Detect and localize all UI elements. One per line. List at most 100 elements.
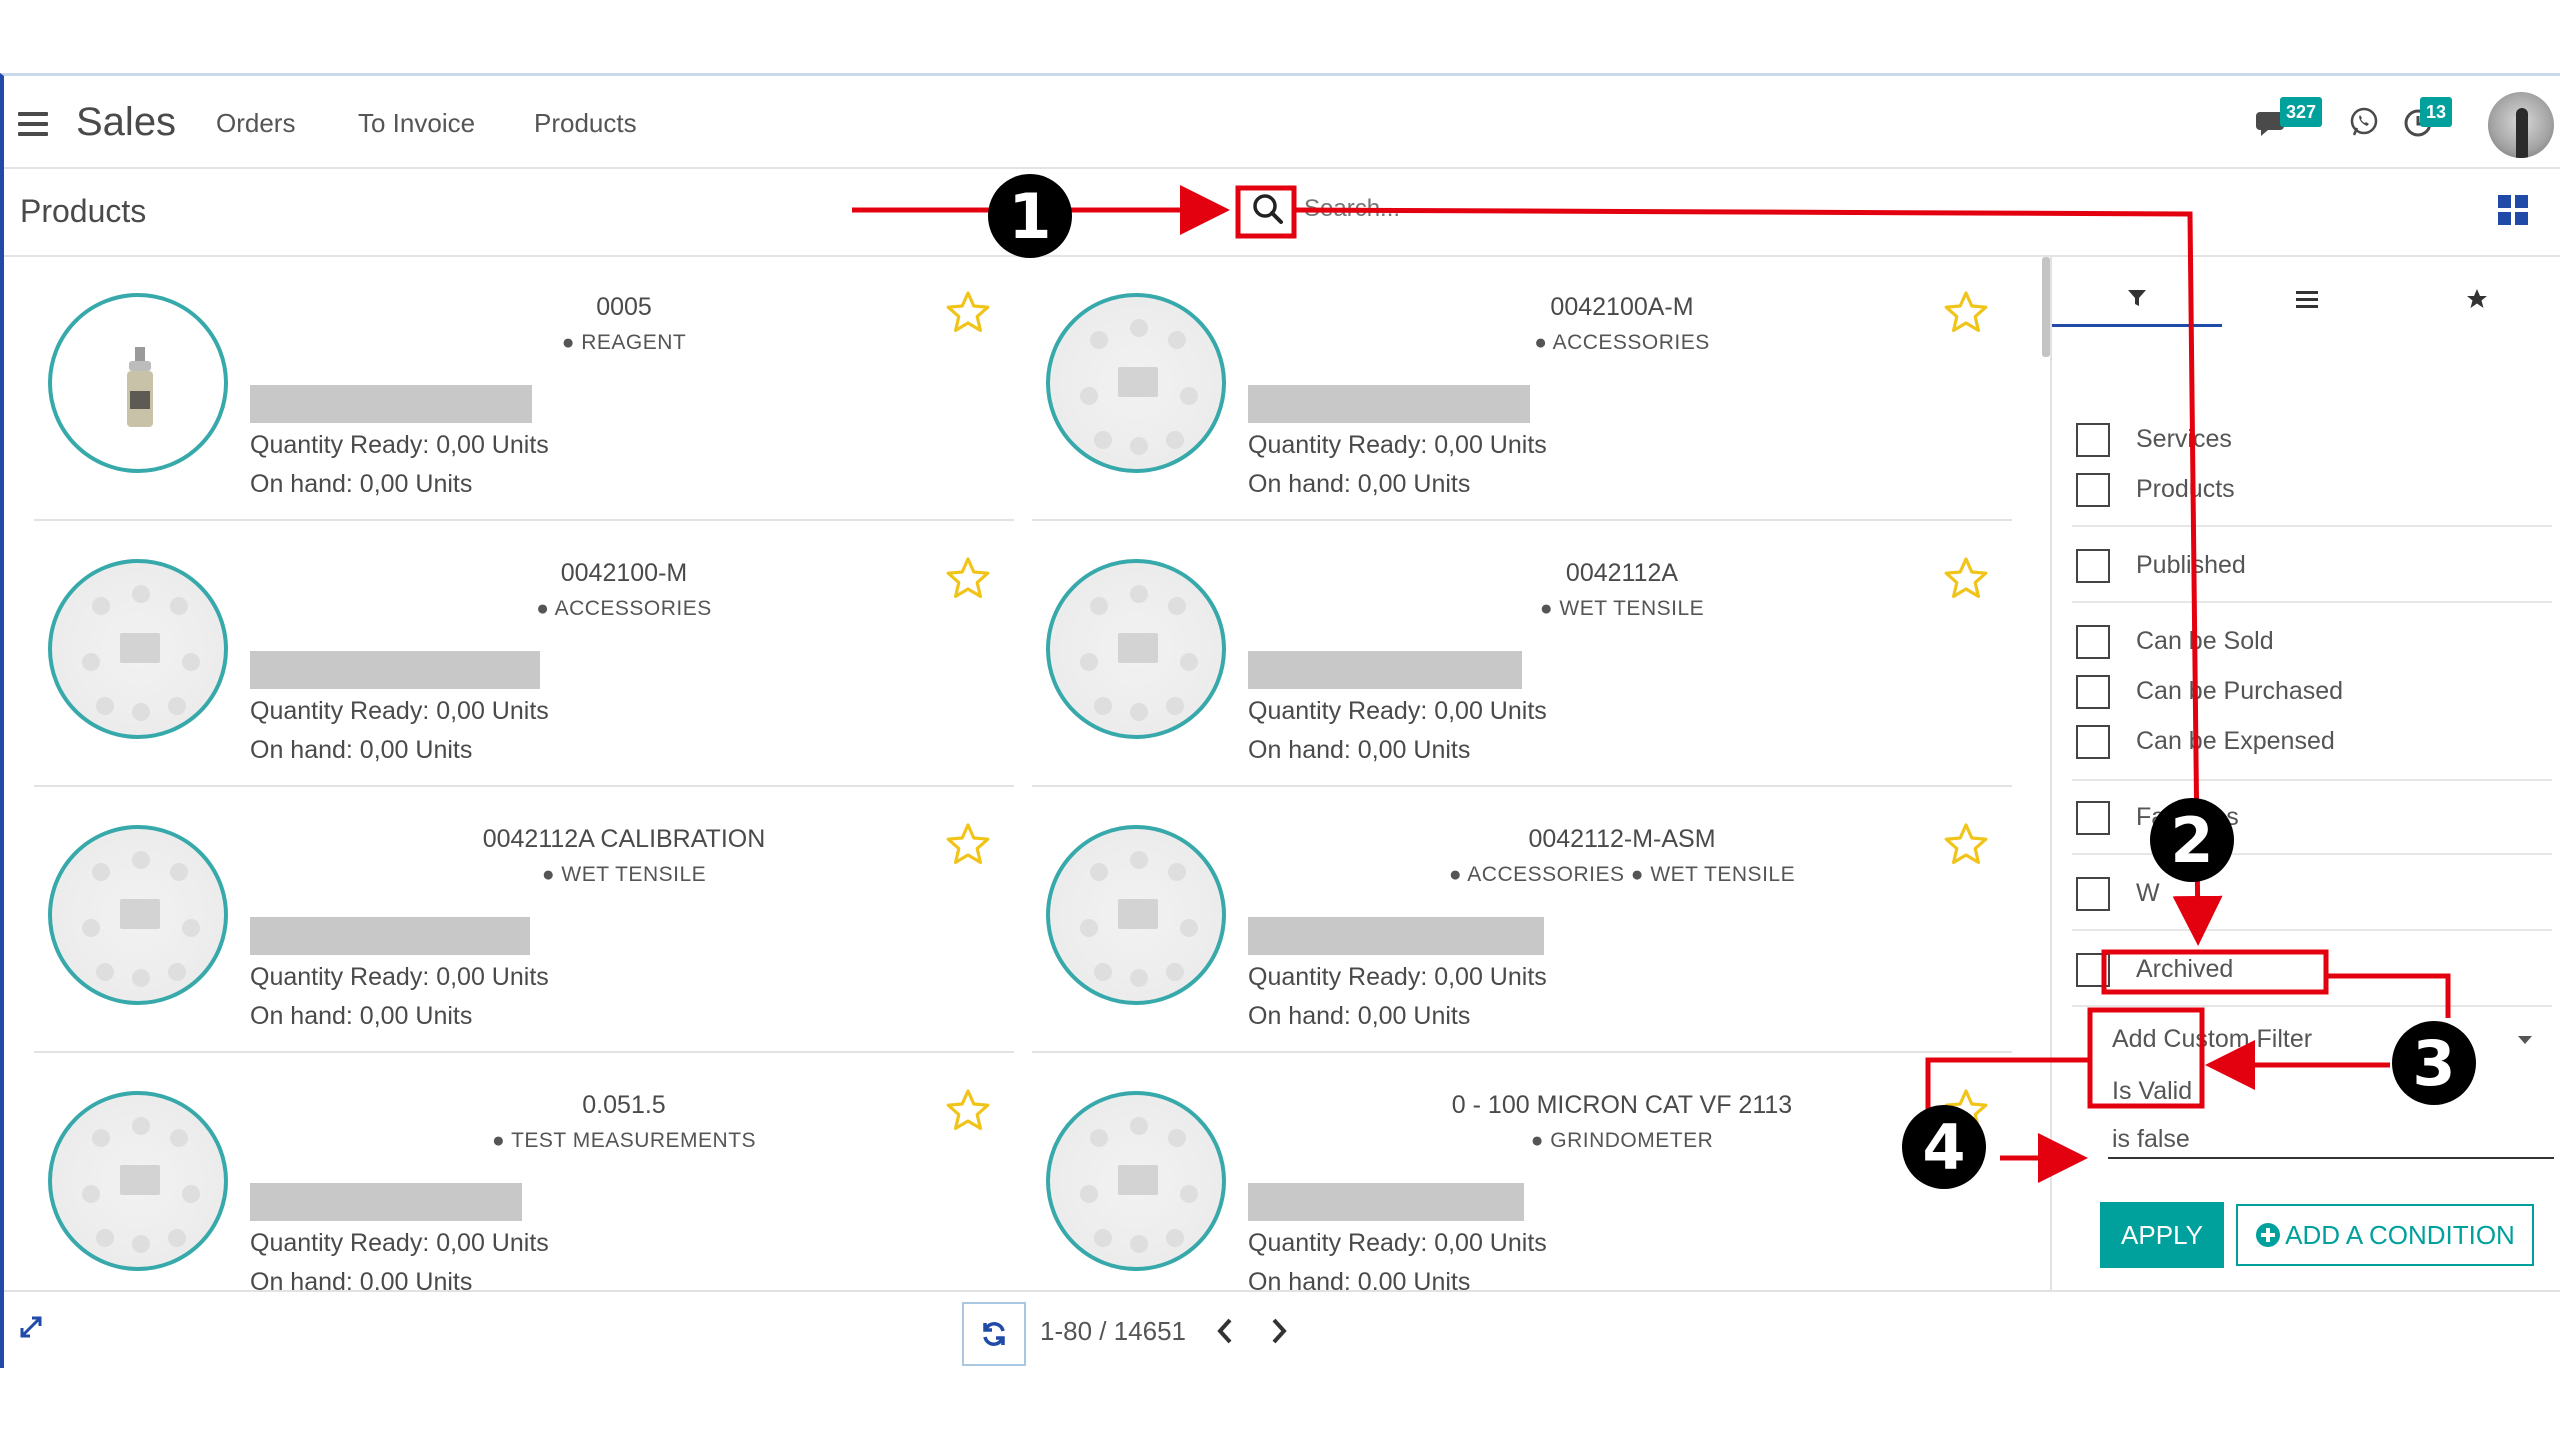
on-hand-quantity: On hand: 0,00 Units [1248,1002,1471,1030]
add-custom-filter-toggle[interactable]: Add Custom Filter [2112,1025,2312,1054]
product-code: 0042100A-M [1550,293,1694,321]
product-code: 0005 [596,293,652,321]
favorite-star-icon[interactable] [1942,1087,1990,1135]
filter-label: Favorites [2136,803,2239,831]
menu-orders[interactable]: Orders [216,108,295,139]
quantity-ready: Quantity Ready: 0,00 Units [1248,1229,1547,1257]
product-card[interactable]: 0 - 100 MICRON CAT VF 2113 ● GRINDOMETER Q… [1032,1055,2012,1290]
product-card[interactable]: 0042112-M-ASM ● ACCESSORIES ● WET TENSILE… [1032,789,2012,1053]
menu-products[interactable]: Products [534,108,637,139]
group-by-icon [2296,291,2318,308]
divider [2072,601,2552,603]
product-card[interactable]: 0042100-M ● ACCESSORIES Quantity Ready: 0,… [34,523,1014,787]
product-card[interactable]: 0042100A-M ● ACCESSORIES Quantity Ready: 0… [1032,257,2012,521]
expand-icon[interactable] [18,1314,44,1340]
quantity-ready: Quantity Ready: 0,00 Units [250,431,549,459]
search-bar[interactable] [1242,183,1942,233]
chevron-right-icon[interactable] [1268,1316,1290,1346]
plus-circle-icon [2256,1223,2281,1247]
custom-filter-field-select[interactable]: Is Valid [2112,1077,2192,1106]
odoo-window: Sales Orders To Invoice Products 327 13 … [0,73,2560,1368]
scrollbar[interactable] [2042,257,2050,357]
image-placeholder-icon [1046,293,1226,473]
add-condition-label: ADD A CONDITION [2285,1219,2515,1250]
filter-label: Published [2136,551,2246,579]
refresh-button[interactable] [962,1302,1026,1366]
favorite-star-icon[interactable] [944,1087,992,1135]
search-icon[interactable] [1250,191,1286,227]
filter-label: W [2136,879,2160,907]
product-card[interactable]: 0042112A CALIBRATION ● WET TENSILE Quantit… [34,789,1014,1053]
image-placeholder-icon [1046,825,1226,1005]
redacted-product-name [250,651,540,689]
favorite-star-icon[interactable] [944,555,992,603]
on-hand-quantity: On hand: 0,00 Units [250,736,473,764]
kanban-view-icon[interactable] [2498,195,2528,225]
product-code: 0042100-M [560,559,688,587]
redacted-product-name [250,917,530,955]
checkbox[interactable] [2076,625,2110,659]
product-code: 0042112A [1565,559,1679,587]
checkbox[interactable] [2076,473,2110,507]
divider [2072,779,2552,781]
apps-menu-icon[interactable] [18,112,48,136]
product-category-tag: ● ACCESSORIES [536,597,712,620]
image-placeholder-icon [48,1091,228,1271]
app-name[interactable]: Sales [76,100,176,145]
product-card[interactable]: 0042112A ● WET TENSILE Quantity Ready: 0,0… [1032,523,2012,787]
filter-icon [2128,289,2146,306]
product-category-tag: ● REAGENT [561,331,687,354]
on-hand-quantity: On hand: 0,00 Units [250,1002,473,1030]
quantity-ready: Quantity Ready: 0,00 Units [1248,963,1547,991]
checkbox[interactable] [2076,953,2110,987]
favorite-star-icon[interactable] [1942,821,1990,869]
tab-filters[interactable] [2052,271,2222,327]
product-card[interactable]: 0.051.5 ● TEST MEASUREMENTS Quantity Ready… [34,1055,1014,1290]
condition-underline [2108,1157,2554,1159]
checkbox[interactable] [2076,423,2110,457]
filter-label: Archived [2136,955,2234,983]
quantity-ready: Quantity Ready: 0,00 Units [250,697,549,725]
pager-bar: 1-80 / 14651 [4,1290,2560,1368]
favorite-star-icon[interactable] [1942,289,1990,337]
product-card[interactable]: 0005 ● REAGENT Quantity Ready: 0,00 Units O… [34,257,1014,521]
checkbox[interactable] [2076,877,2110,911]
image-placeholder-icon [48,559,228,739]
favorite-star-icon[interactable] [944,289,992,337]
filter-label: Products [2136,475,2235,503]
checkbox[interactable] [2076,725,2110,759]
checkbox[interactable] [2076,675,2110,709]
user-avatar[interactable] [2488,92,2554,158]
custom-filter-operator-select[interactable]: is false [2112,1125,2190,1154]
favorite-star-icon[interactable] [944,821,992,869]
product-code: 0042112-M-ASM [1528,825,1716,853]
chevron-down-icon[interactable] [2518,1036,2532,1044]
checkbox[interactable] [2076,549,2110,583]
image-placeholder-icon [48,825,228,1005]
quantity-ready: Quantity Ready: 0,00 Units [1248,431,1547,459]
apply-button[interactable]: APPLY [2100,1202,2224,1268]
tab-favorites[interactable] [2392,271,2560,327]
on-hand-quantity: On hand: 0,00 Units [250,470,473,498]
menu-to-invoice[interactable]: To Invoice [358,108,475,139]
whatsapp-icon[interactable] [2348,106,2380,138]
search-input[interactable] [1304,193,1904,225]
filter-label: Can be Sold [2136,627,2274,655]
on-hand-quantity: On hand: 0.00 Units [1248,1268,1471,1290]
pager-value[interactable]: 1-80 / 14651 [1040,1316,1186,1347]
product-category-tag: ● WET TENSILE [541,863,707,886]
chat-counter-badge: 327 [2280,97,2323,127]
checkbox[interactable] [2076,801,2110,835]
product-category-tag: ● WET TENSILE [1539,597,1705,620]
on-hand-quantity: On hand: 0,00 Units [1248,470,1471,498]
favorite-star-icon[interactable] [1942,555,1990,603]
tab-group-by[interactable] [2222,271,2392,327]
image-placeholder-icon [1046,1091,1226,1271]
redacted-product-name [1248,1183,1524,1221]
chevron-left-icon[interactable] [1214,1316,1236,1346]
add-condition-button[interactable]: ADD A CONDITION [2236,1204,2534,1266]
on-hand-quantity: On hand: 0.00 Units [250,1268,473,1290]
product-code: 0042112A CALIBRATION [482,825,766,853]
filter-side-panel: Services Products Published Can be Sold … [2042,257,2560,1290]
page-title: Products [20,193,147,229]
